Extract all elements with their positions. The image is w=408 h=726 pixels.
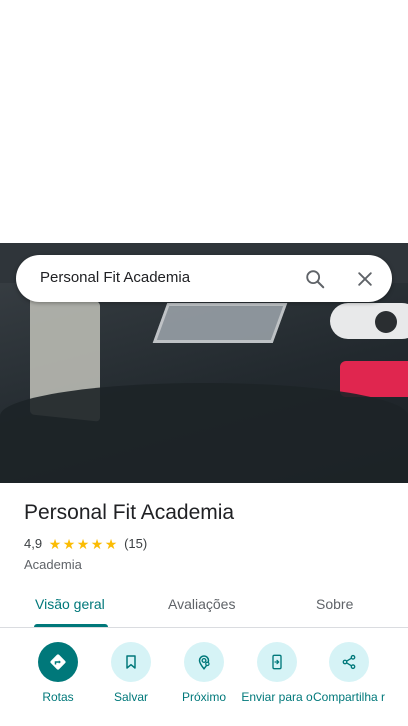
- star-icon: ★: [62, 535, 76, 552]
- nearby-button[interactable]: Próximo: [164, 640, 244, 704]
- star-icon: ★: [48, 535, 62, 552]
- blank-map-area: [0, 0, 408, 243]
- share-icon: [329, 642, 369, 682]
- save-button[interactable]: Salvar: [91, 640, 171, 704]
- directions-icon: [38, 642, 78, 682]
- directions-button[interactable]: Rotas: [18, 640, 98, 704]
- tab-about[interactable]: Sobre: [316, 596, 353, 612]
- rating-value: 4,9: [24, 536, 43, 551]
- star-icon: ★: [76, 535, 90, 552]
- rating-row[interactable]: 4,9 ★ ★ ★ ★ ★ (15): [24, 536, 147, 551]
- nearby-label: Próximo: [181, 690, 226, 704]
- tab-reviews[interactable]: Avaliações: [168, 596, 235, 612]
- search-icon[interactable]: [301, 265, 329, 293]
- star-icon: ★: [90, 535, 104, 552]
- tabs-divider: [0, 627, 408, 628]
- place-category[interactable]: Academia: [24, 557, 82, 572]
- rating-stars: ★ ★ ★ ★ ★: [48, 537, 118, 551]
- search-input[interactable]: Personal Fit Academia: [40, 269, 190, 286]
- share-label: Compartilha r: [312, 690, 386, 704]
- send-to-phone-icon: [257, 642, 297, 682]
- action-buttons: Rotas Salvar Próximo Enviar para o Compa…: [0, 640, 408, 726]
- reviews-count[interactable]: (15): [124, 536, 147, 551]
- tab-bar: Visão geral Avaliações Sobre: [0, 590, 408, 628]
- tab-overview[interactable]: Visão geral: [35, 596, 105, 612]
- send-to-phone-button[interactable]: Enviar para o: [237, 640, 317, 704]
- share-button[interactable]: Compartilha r: [309, 640, 389, 704]
- place-title: Personal Fit Academia: [24, 501, 235, 524]
- directions-label: Rotas: [42, 690, 74, 704]
- close-icon[interactable]: [351, 265, 379, 293]
- send-to-phone-label: Enviar para o: [241, 690, 313, 704]
- search-bar[interactable]: Personal Fit Academia: [16, 255, 392, 302]
- nearby-icon: [184, 642, 224, 682]
- save-label: Salvar: [113, 690, 148, 704]
- star-icon: ★: [104, 535, 118, 552]
- bookmark-icon: [111, 642, 151, 682]
